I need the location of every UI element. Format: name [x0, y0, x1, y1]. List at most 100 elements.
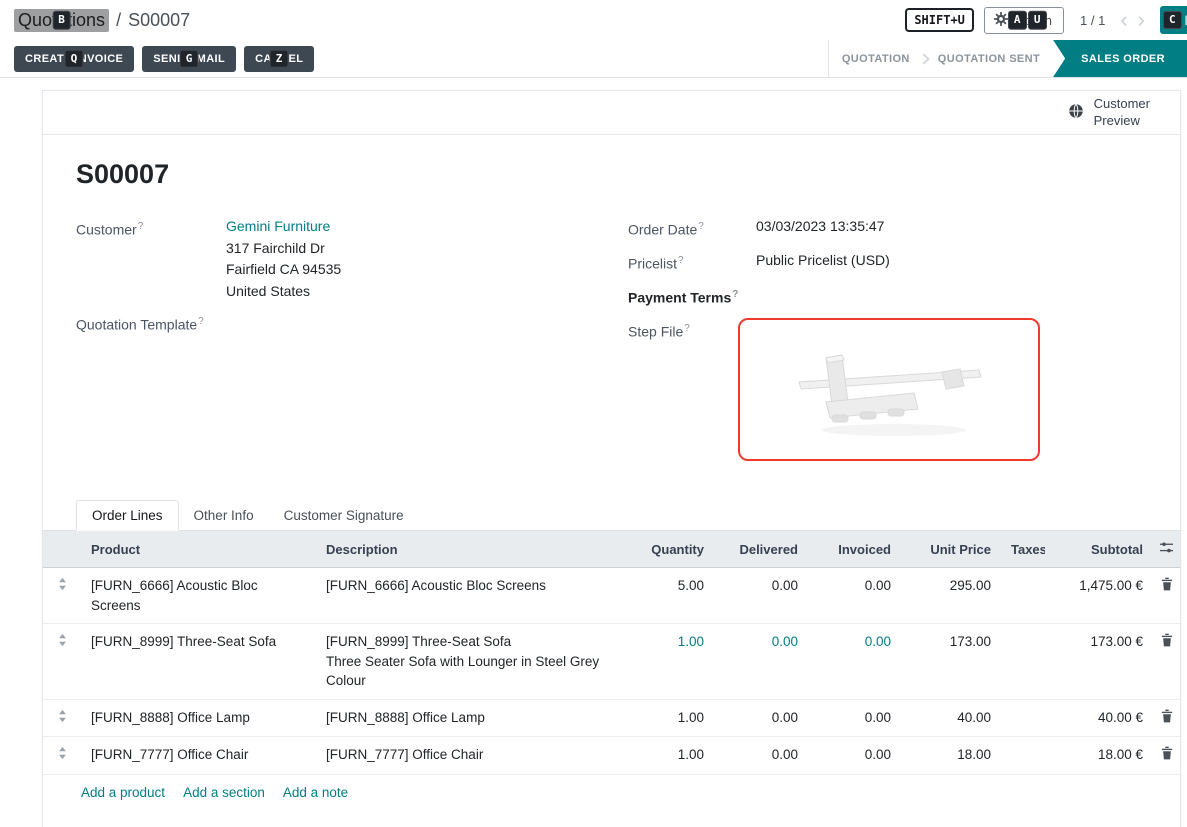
stage-quotation-sent[interactable]: QUOTATION SENT: [925, 40, 1053, 77]
3d-model-image: [774, 330, 1004, 450]
drag-handle-icon[interactable]: [57, 633, 68, 650]
cell-unit-price[interactable]: 173.00: [901, 624, 1001, 700]
customer-address-line: Fairfield CA 94535: [226, 259, 341, 281]
help-marker: ?: [198, 316, 204, 327]
pricelist-field: Pricelist? Public Pricelist (USD): [628, 250, 1152, 275]
drag-handle-icon[interactable]: [57, 577, 68, 594]
add-product-link[interactable]: Add a product: [81, 785, 165, 800]
customer-link[interactable]: Gemini Furniture: [226, 218, 330, 234]
delete-line[interactable]: [1153, 624, 1180, 700]
cell-quantity[interactable]: 1.00: [624, 699, 714, 737]
customer-preview-button[interactable]: Customer Preview: [1067, 96, 1150, 129]
sliders-icon[interactable]: [1159, 540, 1174, 558]
cell-description[interactable]: [FURN_8888] Office Lamp: [316, 699, 624, 737]
status-pipeline: QUOTATION QUOTATION SENT SALES ORDER: [828, 40, 1187, 77]
action-menu-button[interactable]: Action A U: [984, 7, 1064, 34]
cell-invoiced[interactable]: 0.00: [808, 568, 901, 624]
cell-quantity[interactable]: 5.00: [624, 568, 714, 624]
order-lines-table: Product Description Quantity Delivered I…: [43, 531, 1180, 775]
delete-line[interactable]: [1153, 737, 1180, 775]
tab-customer-signature[interactable]: Customer Signature: [269, 500, 419, 530]
customer-preview-label-line2: Preview: [1094, 113, 1150, 129]
form-fields: Customer? Gemini Furniture 317 Fairchild…: [76, 216, 1152, 470]
trash-icon[interactable]: [1160, 632, 1174, 651]
stage-quotation[interactable]: QUOTATION: [829, 40, 923, 77]
cell-unit-price[interactable]: 295.00: [901, 568, 1001, 624]
cell-delivered[interactable]: 0.00: [714, 699, 808, 737]
fields-right-column: Order Date? 03/03/2023 13:35:47 Pricelis…: [628, 216, 1152, 470]
drag-handle-icon[interactable]: [57, 709, 68, 726]
trash-icon[interactable]: [1160, 745, 1174, 764]
cell-unit-price[interactable]: 40.00: [901, 699, 1001, 737]
pager-next-button[interactable]: ›: [1133, 9, 1150, 31]
step-file-field: Step File?: [628, 318, 1152, 461]
stage-sales-order[interactable]: SALES ORDER: [1053, 40, 1187, 77]
cell-taxes[interactable]: [1001, 568, 1045, 624]
cell-unit-price[interactable]: 18.00: [901, 737, 1001, 775]
customer-field-value[interactable]: Gemini Furniture 317 Fairchild Dr Fairfi…: [226, 216, 341, 302]
add-note-link[interactable]: Add a note: [283, 785, 348, 800]
cell-delivered[interactable]: 0.00: [714, 737, 808, 775]
drag-handle[interactable]: [43, 737, 81, 775]
tab-other-info[interactable]: Other Info: [179, 500, 269, 530]
drag-handle[interactable]: [43, 699, 81, 737]
cell-invoiced[interactable]: 0.00: [808, 624, 901, 700]
cell-description[interactable]: [FURN_6666] Acoustic Bloc Screens: [316, 568, 624, 624]
order-date-field: Order Date? 03/03/2023 13:35:47: [628, 216, 1152, 241]
cell-delivered[interactable]: 0.00: [714, 624, 808, 700]
cell-quantity[interactable]: 1.00: [624, 737, 714, 775]
cell-product[interactable]: [FURN_8999] Three-Seat Sofa: [81, 624, 316, 700]
cell-taxes[interactable]: [1001, 624, 1045, 700]
form-statusbar: CREATE INVOICE Q SEND EMAIL G CANCEL Z Q…: [0, 40, 1187, 78]
cell-subtotal: 173.00 €: [1045, 624, 1153, 700]
order-date-value[interactable]: 03/03/2023 13:35:47: [756, 216, 884, 241]
table-header-row: Product Description Quantity Delivered I…: [43, 531, 1180, 568]
cell-taxes[interactable]: [1001, 737, 1045, 775]
cell-quantity[interactable]: 1.00: [624, 624, 714, 700]
cell-delivered[interactable]: 0.00: [714, 568, 808, 624]
drag-handle-icon[interactable]: [57, 746, 68, 763]
column-header-delivered: Delivered: [714, 531, 808, 568]
step-file-label: Step File?: [628, 318, 738, 461]
cell-subtotal: 18.00 €: [1045, 737, 1153, 775]
drag-handle[interactable]: [43, 624, 81, 700]
shortcut-overlay-badge: SHIFT+U: [905, 8, 974, 32]
cell-taxes[interactable]: [1001, 699, 1045, 737]
cell-description[interactable]: [FURN_7777] Office Chair: [316, 737, 624, 775]
globe-icon: [1067, 102, 1085, 123]
add-section-link[interactable]: Add a section: [183, 785, 265, 800]
drag-handle[interactable]: [43, 568, 81, 624]
column-header-subtotal: Subtotal: [1045, 531, 1153, 568]
trash-icon[interactable]: [1160, 576, 1174, 595]
cell-description[interactable]: [FURN_8999] Three-Seat Sofa Three Seater…: [316, 624, 624, 700]
pricelist-label: Pricelist?: [628, 250, 756, 275]
delete-line[interactable]: [1153, 699, 1180, 737]
notebook-tabs: Order Lines Other Info Customer Signatur…: [43, 500, 1180, 531]
delete-line[interactable]: [1153, 568, 1180, 624]
cell-product[interactable]: [FURN_6666] Acoustic Bloc Screens: [81, 568, 316, 624]
cell-invoiced[interactable]: 0.00: [808, 737, 901, 775]
trash-icon[interactable]: [1160, 708, 1174, 727]
customer-field-label: Customer?: [76, 216, 226, 302]
step-file-3d-preview[interactable]: [738, 318, 1040, 461]
cell-invoiced[interactable]: 0.00: [808, 699, 901, 737]
send-email-button[interactable]: SEND EMAIL G: [142, 46, 236, 72]
help-marker: ?: [138, 221, 144, 232]
create-invoice-button[interactable]: CREATE INVOICE Q: [14, 46, 134, 72]
pager-previous-button[interactable]: ‹: [1115, 9, 1132, 31]
cell-product[interactable]: [FURN_7777] Office Chair: [81, 737, 316, 775]
pricelist-value[interactable]: Public Pricelist (USD): [756, 250, 890, 275]
quotation-template-label: Quotation Template?: [76, 311, 226, 336]
help-marker: ?: [678, 255, 684, 266]
cancel-button[interactable]: CANCEL Z: [244, 46, 314, 72]
optional-columns-toggle[interactable]: [1153, 531, 1180, 568]
keyboard-hint-badge: B: [52, 11, 71, 30]
keyboard-hint-badge: Q: [65, 49, 84, 68]
cell-product[interactable]: [FURN_8888] Office Lamp: [81, 699, 316, 737]
keyboard-hint-badge: G: [180, 49, 199, 68]
clipped-edge-button[interactable]: C l: [1160, 6, 1187, 34]
gear-icon: [994, 12, 1008, 29]
breadcrumb-parent-link[interactable]: Quotations B: [14, 9, 109, 32]
column-header-invoiced: Invoiced: [808, 531, 901, 568]
tab-order-lines[interactable]: Order Lines: [76, 500, 179, 531]
